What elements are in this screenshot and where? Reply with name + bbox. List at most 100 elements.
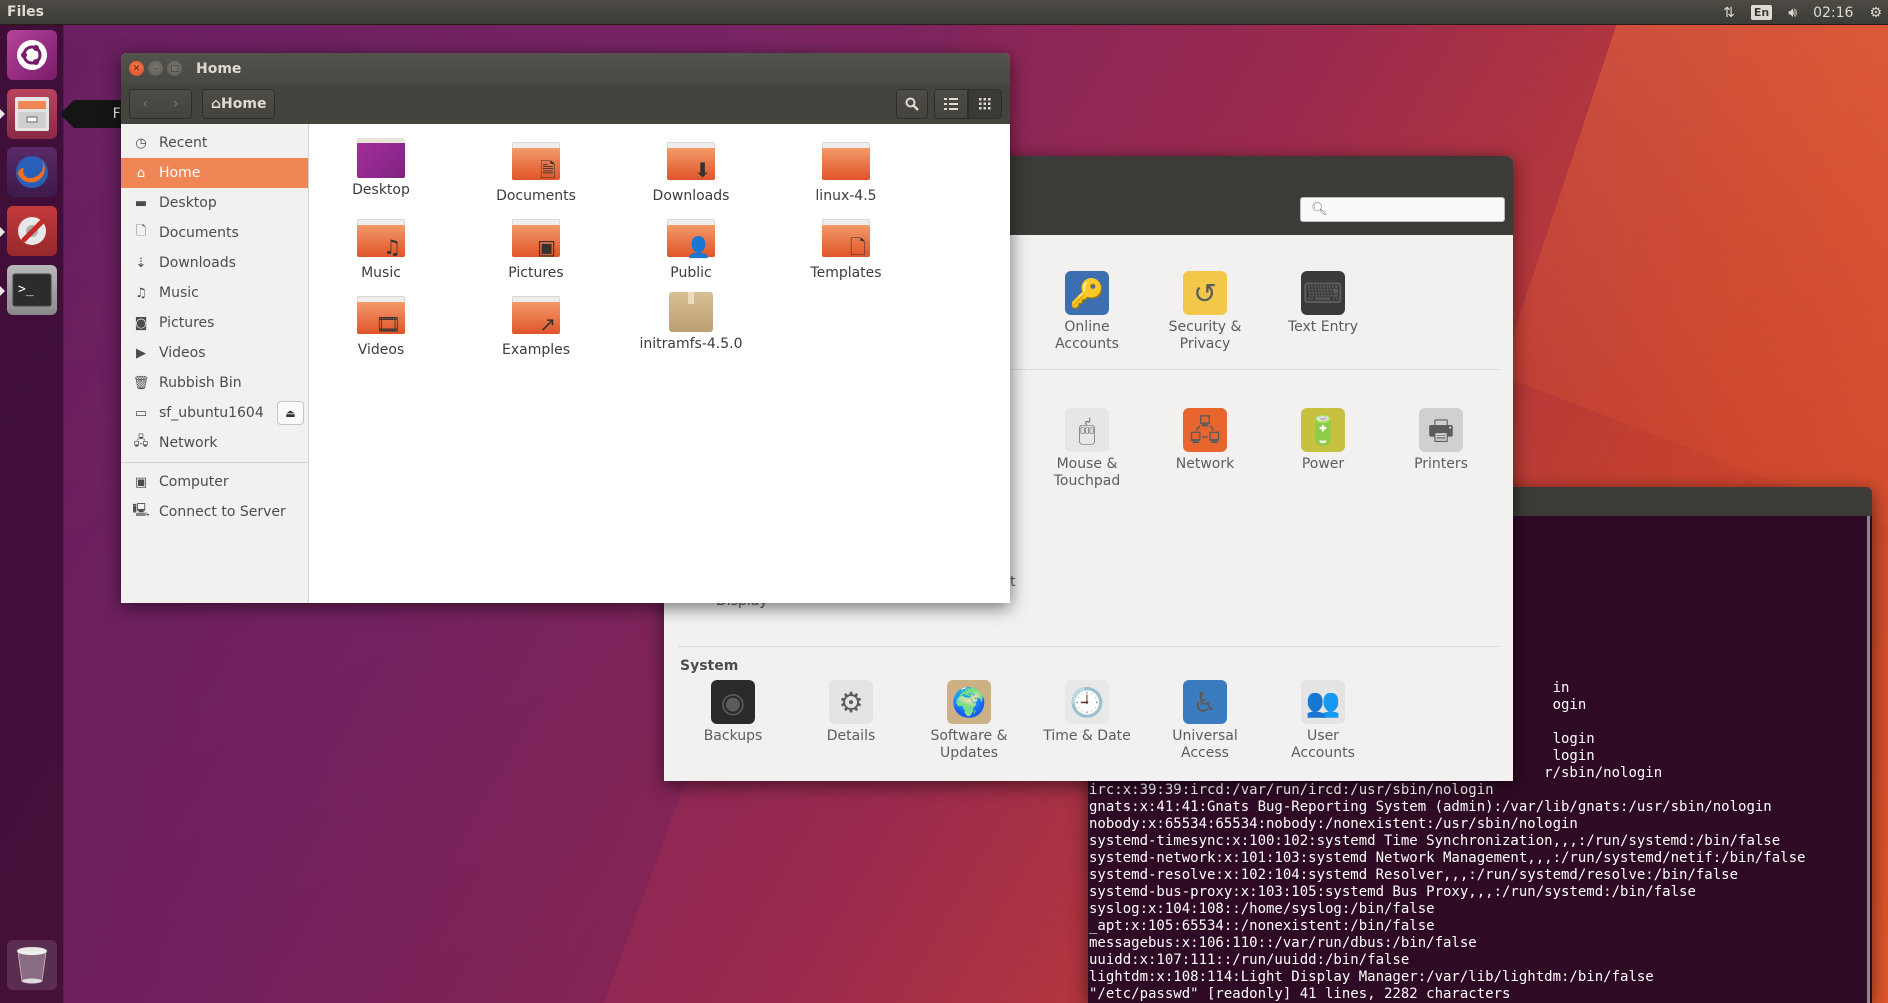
sidebar-item-documents[interactable]: 🗋 Documents (121, 218, 308, 248)
settings-item-label: Time & Date (1043, 728, 1131, 744)
file-label: Desktop (352, 182, 410, 198)
file-item[interactable]: ♫ Music (316, 215, 446, 281)
mouse-icon: 🖱 (1065, 408, 1109, 452)
settings-item-label: Network (1175, 456, 1235, 472)
file-item[interactable]: 🎞 Videos (316, 292, 446, 358)
sidebar-item-home[interactable]: ⌂ Home (121, 158, 308, 188)
settings-item-text-entry[interactable]: ⌨ Text Entry (1268, 271, 1378, 336)
svg-text:>_: >_ (18, 282, 34, 297)
network-folder-icon: 🖧 (1183, 408, 1227, 452)
clock[interactable]: 02:16 (1813, 5, 1853, 21)
settings-item-label: Printers (1414, 456, 1468, 472)
sidebar-item-label: Rubbish Bin (159, 375, 242, 391)
file-item[interactable]: initramfs-4.5.0 (626, 292, 756, 352)
sidebar-item-downloads[interactable]: ⇣ Downloads (121, 248, 308, 278)
search-icon (905, 97, 919, 111)
sidebar-item-sf-ubuntu1604[interactable]: ▭ sf_ubuntu1604 ⏏ (121, 398, 308, 428)
file-item[interactable]: 👤 Public (626, 215, 756, 281)
window-minimize-button[interactable]: – (148, 61, 163, 76)
settings-item-label: Details (826, 728, 876, 744)
drive-icon: ▭ (134, 405, 148, 421)
settings-item-online-accounts[interactable]: 🔑 Online Accounts (1032, 271, 1142, 353)
file-item[interactable]: 🗎 Documents (471, 138, 601, 204)
terminal-line: "/etc/passwd" [readonly] 41 lines, 2282 … (1089, 986, 1511, 1002)
file-item[interactable]: Desktop (316, 138, 446, 198)
settings-item-software-updates[interactable]: 🌍 Software & Updates (914, 680, 1024, 762)
file-label: initramfs-4.5.0 (639, 336, 743, 352)
settings-item-security-privacy[interactable]: ↺ Security & Privacy (1150, 271, 1260, 353)
sidebar-item-computer[interactable]: ▣ Computer (121, 467, 308, 497)
eject-button[interactable]: ⏏ (277, 401, 304, 425)
video-icon: ▶ (136, 345, 146, 361)
file-item[interactable]: ▣ Pictures (471, 215, 601, 281)
folder-emblem-icon: 🗎 (539, 158, 556, 182)
sidebar-item-videos[interactable]: ▶ Videos (121, 338, 308, 368)
file-view[interactable]: Desktop 🗎 Documents ⬇ Downloads linux-4.5 ♫ Mus… (309, 124, 1010, 603)
terminal-line: systemd-network:x:101:103:systemd Networ… (1089, 850, 1806, 866)
settings-item-network[interactable]: 🖧 Network (1150, 408, 1260, 473)
desktop-folder-icon: ▬ (134, 195, 148, 211)
grid-view-button[interactable] (968, 89, 1002, 119)
sidebar-item-music[interactable]: ♫ Music (121, 278, 308, 308)
sidebar-item-network[interactable]: 🖧 Network (121, 428, 308, 458)
terminal-scrollbar[interactable] (1867, 516, 1870, 1003)
list-view-icon (944, 98, 958, 110)
settings-item-mouse-touchpad[interactable]: 🖱 Mouse & Touchpad (1032, 408, 1142, 490)
settings-item-details[interactable]: ⚙ Details (796, 680, 906, 745)
settings-item-printers[interactable]: 🖶 Printers (1386, 408, 1496, 473)
file-item[interactable]: 🗋 Templates (781, 215, 911, 281)
launcher-trash-button[interactable] (7, 940, 57, 990)
sidebar-item-rubbish-bin[interactable]: 🗑 Rubbish Bin (121, 368, 308, 398)
terminal-line: _apt:x:105:65534::/nonexistent:/bin/fals… (1089, 918, 1435, 934)
folder-emblem-icon: ⬇ (694, 158, 711, 182)
file-item[interactable]: linux-4.5 (781, 138, 911, 204)
settings-item-label: Backups (703, 728, 763, 744)
forward-button[interactable]: › (161, 96, 192, 112)
volume-icon[interactable]: 🔊︎ (1788, 5, 1797, 21)
sidebar-item-label: Videos (159, 345, 206, 361)
sidebar-item-desktop[interactable]: ▬ Desktop (121, 188, 308, 218)
nav-buttons: ‹ › (129, 89, 192, 119)
terminal-line: nobody:x:65534:65534:nobody:/nonexistent… (1089, 816, 1578, 832)
trash-icon (17, 947, 47, 984)
sidebar-item-label: Downloads (159, 255, 236, 271)
terminal-line: gnats:x:41:41:Gnats Bug-Reporting System… (1089, 799, 1772, 815)
security-privacy-icon: ↺ (1183, 271, 1227, 315)
list-view-button[interactable] (934, 89, 968, 119)
partial-label: t (1010, 574, 1016, 590)
network-updown-icon[interactable]: ⇅ (1723, 5, 1735, 21)
terminal-icon: >_ (12, 273, 52, 307)
terminal-line: irc:x:39:39:ircd:/var/run/ircd:/usr/sbin… (1089, 782, 1494, 798)
section-divider (678, 646, 1499, 647)
window-close-button[interactable]: ✕ (129, 61, 144, 76)
launcher-firefox-button[interactable] (7, 147, 57, 197)
folder-icon (822, 142, 870, 184)
settings-item-label: Mouse & Touchpad (1053, 456, 1121, 489)
keyboard-layout-indicator[interactable]: En (1750, 5, 1773, 20)
launcher-terminal-button[interactable]: >_ (7, 265, 57, 315)
sidebar-item-recent[interactable]: ◷ Recent (121, 128, 308, 158)
sidebar-item-pictures[interactable]: ◙ Pictures (121, 308, 308, 338)
path-bar-home-button[interactable]: ⌂ Home (202, 89, 276, 119)
settings-item-user-accounts[interactable]: 👥 User Accounts (1268, 680, 1378, 762)
file-item[interactable]: ↗ Examples (471, 292, 601, 358)
launcher-dash-button[interactable] (7, 30, 57, 80)
launcher-files-button[interactable] (7, 89, 57, 139)
settings-search-input[interactable]: 🔍︎ (1300, 197, 1505, 222)
power-gear-icon[interactable]: ⚙ (1869, 5, 1882, 21)
back-button[interactable]: ‹ (130, 96, 161, 112)
terminal-line: uuidd:x:107:111::/run/uuidd:/bin/false (1089, 952, 1410, 968)
settings-item-universal-access[interactable]: ♿ Universal Access (1150, 680, 1260, 762)
launcher-settings-button[interactable] (7, 206, 57, 256)
settings-item-backups[interactable]: ◉ Backups (678, 680, 788, 745)
files-titlebar[interactable]: ✕ – □ Home (121, 53, 1010, 84)
top-panel: Files ⇅ En 🔊︎ 02:16 ⚙ (0, 0, 1888, 25)
settings-item-power[interactable]: 🔋 Power (1268, 408, 1378, 473)
file-item[interactable]: ⬇ Downloads (626, 138, 756, 204)
download-icon: ⇣ (135, 255, 147, 271)
window-maximize-button[interactable]: □ (167, 61, 182, 76)
settings-item-time-date[interactable]: 🕘 Time & Date (1032, 680, 1142, 745)
search-button[interactable] (896, 89, 928, 119)
path-label: Home (221, 96, 267, 112)
sidebar-item-connect-to-server[interactable]: 🖳 Connect to Server (121, 497, 308, 527)
